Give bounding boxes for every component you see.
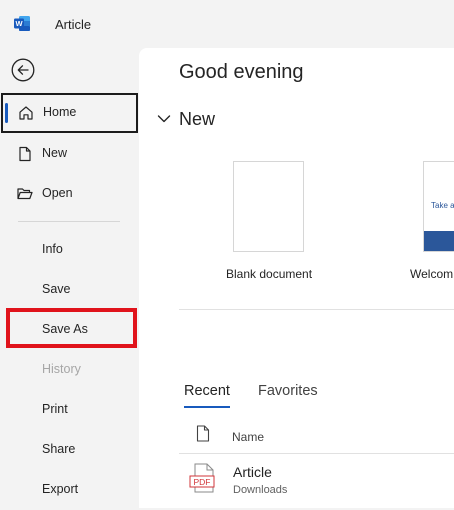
new-document-icon	[19, 146, 31, 162]
tab-favorites[interactable]: Favorites	[258, 383, 318, 399]
template-label: Blank document	[226, 267, 313, 281]
name-column-header[interactable]: Name	[232, 430, 264, 444]
document-title: Article	[55, 17, 92, 32]
sidebar-item-save[interactable]: Save	[0, 270, 139, 310]
sidebar-item-label: Home	[43, 105, 77, 119]
template-thumbnail	[233, 161, 304, 252]
sidebar-item-info[interactable]: Info	[0, 230, 139, 270]
new-section-title: New	[179, 109, 216, 129]
sidebar-item-print[interactable]: Print	[0, 390, 139, 430]
sidebar-item-label: Print	[42, 402, 68, 416]
home-icon	[19, 106, 33, 120]
title-bar: W Article	[0, 0, 454, 48]
backstage-sidebar: Home New Open Info Save Save As History …	[0, 48, 139, 508]
sidebar-item-new[interactable]: New	[0, 134, 139, 174]
file-icon	[196, 425, 210, 442]
back-arrow-icon[interactable]	[11, 58, 35, 82]
pdf-file-icon: PDF	[189, 463, 215, 493]
tab-recent[interactable]: Recent	[184, 383, 230, 408]
file-list-header: Name	[179, 423, 454, 454]
sidebar-item-export[interactable]: Export	[0, 470, 139, 510]
section-divider	[179, 309, 454, 310]
file-name: Article	[233, 464, 272, 480]
sidebar-item-save-as[interactable]: Save As	[0, 310, 139, 350]
sidebar-item-history: History	[0, 350, 139, 390]
sidebar-item-share[interactable]: Share	[0, 430, 139, 470]
page-title: Good evening	[179, 61, 304, 83]
template-thumbnail: Take a	[423, 161, 454, 252]
sidebar-item-home[interactable]: Home	[1, 93, 138, 133]
svg-text:PDF: PDF	[194, 477, 211, 487]
sidebar-item-open[interactable]: Open	[0, 174, 139, 214]
list-item[interactable]: PDF Article Downloads	[179, 458, 454, 498]
svg-text:W: W	[15, 19, 23, 28]
word-icon: W	[14, 16, 30, 31]
sidebar-item-label: Share	[42, 442, 76, 456]
sidebar-item-label: Info	[42, 242, 63, 256]
sidebar-separator	[18, 221, 120, 222]
sidebar-item-label: New	[42, 146, 68, 160]
sidebar-item-label: History	[42, 362, 81, 376]
folder-open-icon	[17, 188, 33, 200]
chevron-down-icon	[157, 115, 171, 123]
main-pane: Good evening New Blank document Take a W…	[139, 48, 454, 508]
template-thumbnail-text: Take a	[431, 201, 454, 210]
sidebar-item-label: Save As	[42, 322, 88, 336]
sidebar-item-label: Save	[42, 282, 71, 296]
template-thumbnail-band	[424, 231, 454, 251]
file-location: Downloads	[233, 484, 288, 496]
sidebar-item-label: Export	[42, 482, 79, 496]
sidebar-item-label: Open	[42, 186, 73, 200]
template-label: Welcom	[410, 267, 454, 281]
